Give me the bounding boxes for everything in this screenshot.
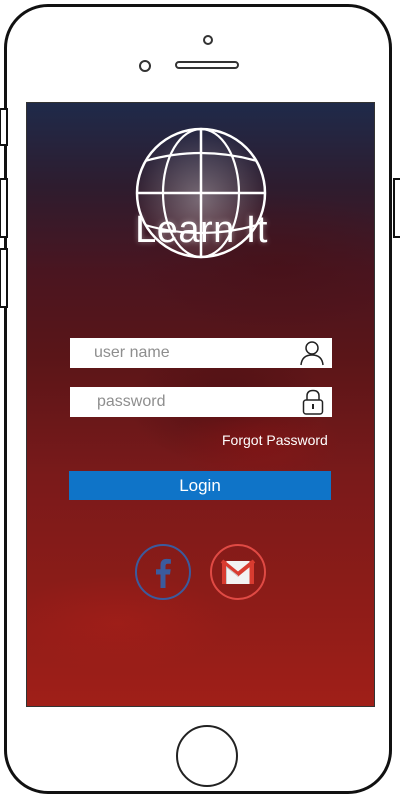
password-field[interactable] [70, 387, 332, 417]
volume-down-button[interactable] [0, 248, 8, 308]
gmail-icon [220, 559, 256, 584]
proximity-sensor [139, 60, 151, 72]
password-input[interactable] [70, 387, 290, 417]
forgot-password-link[interactable]: Forgot Password [222, 432, 328, 448]
facebook-icon [156, 558, 171, 588]
lock-icon [302, 389, 324, 415]
app-screen: Learn It Forgot Password Login [26, 102, 375, 707]
gmail-login-button[interactable] [210, 544, 266, 600]
facebook-login-button[interactable] [135, 544, 191, 600]
login-button[interactable]: Login [69, 471, 331, 500]
mute-switch[interactable] [0, 108, 8, 146]
power-button[interactable] [393, 178, 400, 238]
username-field[interactable] [70, 338, 332, 368]
earpiece-speaker [175, 61, 239, 69]
home-button[interactable] [176, 725, 238, 787]
volume-up-button[interactable] [0, 178, 8, 238]
user-icon [300, 341, 324, 366]
app-title: Learn It [135, 209, 268, 251]
username-input[interactable] [70, 338, 290, 368]
front-camera [203, 35, 213, 45]
